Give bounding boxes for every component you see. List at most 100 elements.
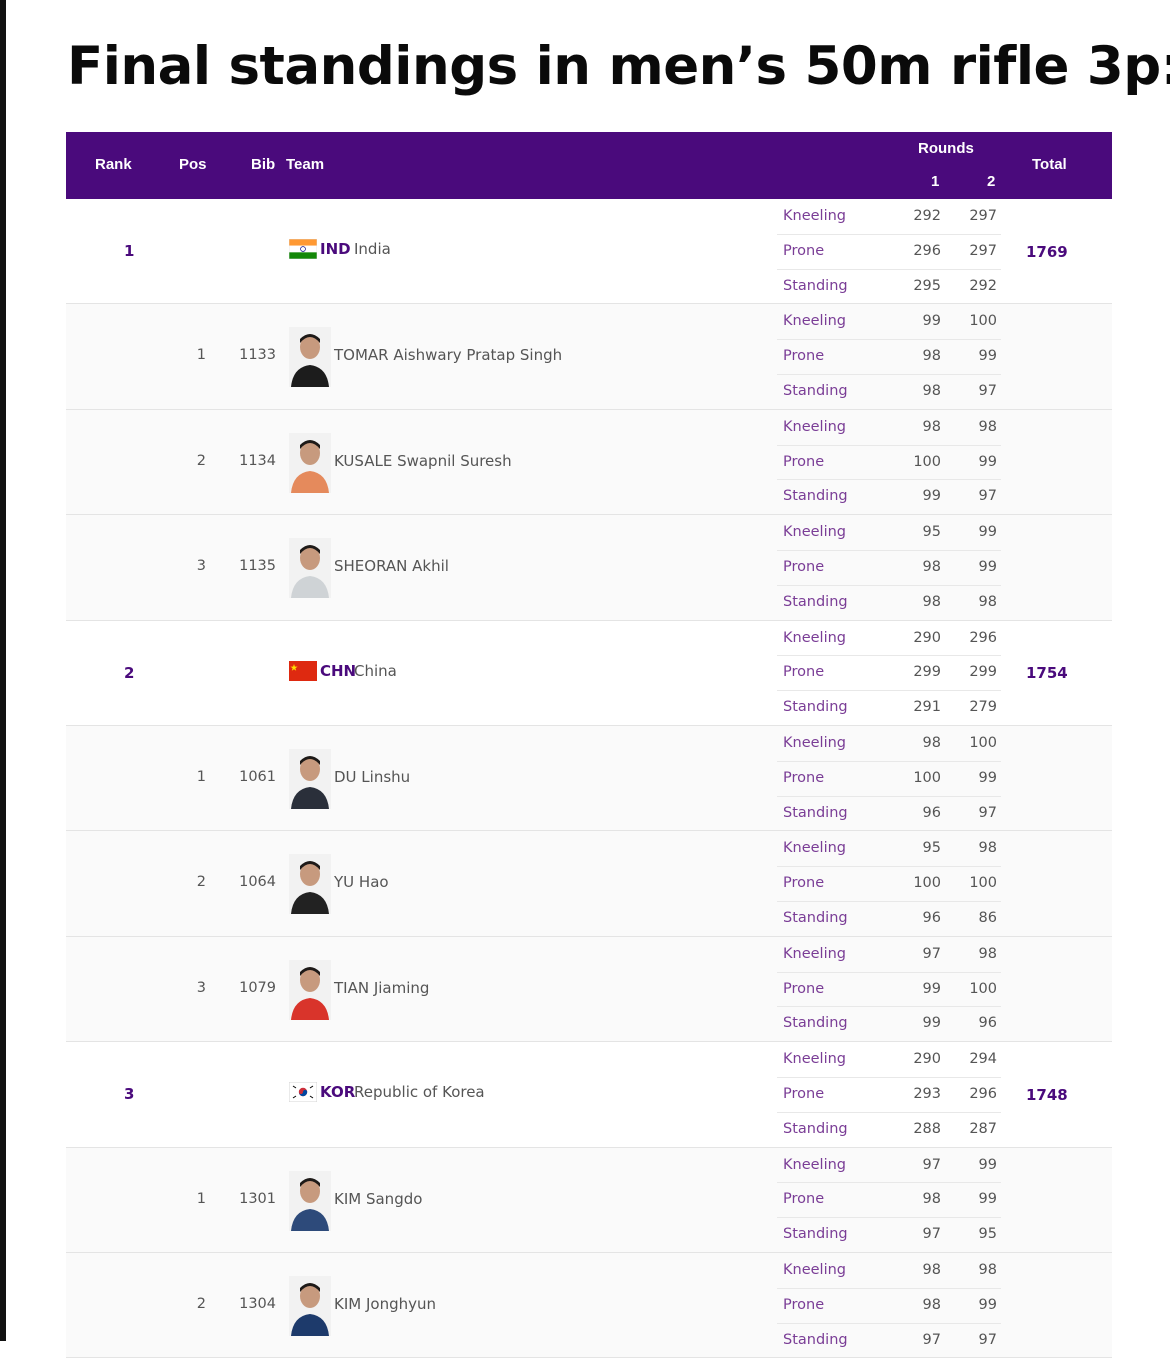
round-1-score: 98 bbox=[922, 734, 941, 751]
round-1-score: 98 bbox=[922, 593, 941, 610]
round-2-score: 99 bbox=[978, 1296, 997, 1313]
shooting-position: Standing bbox=[783, 277, 848, 294]
round-1-score: 96 bbox=[922, 909, 941, 926]
round-1-score: 296 bbox=[913, 242, 941, 259]
athlete-row: 2 1064 YU Hao Kneeling 95 98 Prone 100 100 Standi… bbox=[66, 831, 1112, 937]
header-round-2: 2 bbox=[987, 173, 996, 190]
team-row: 1 IND India Kneeling 292 297 Prone 296 297 1769 St… bbox=[66, 199, 1112, 305]
round-1-score: 97 bbox=[922, 1226, 941, 1243]
score-line: Kneeling 97 99 bbox=[66, 1148, 1112, 1183]
shooting-position: Prone bbox=[783, 769, 825, 786]
header-rank: Rank bbox=[95, 156, 132, 173]
shooting-position: Standing bbox=[783, 1120, 848, 1137]
score-line: Kneeling 99 100 bbox=[66, 304, 1112, 339]
athlete-row: 1 1133 TOMAR Aishwary Pratap Singh Kneeling… bbox=[66, 304, 1112, 410]
header-total: Total bbox=[1032, 156, 1067, 173]
score-line: Prone 99 100 bbox=[66, 971, 1112, 1007]
shooting-position: Kneeling bbox=[783, 945, 846, 962]
shooting-position: Prone bbox=[783, 348, 825, 365]
round-2-score: 98 bbox=[978, 1261, 997, 1278]
athlete-row: 1 1061 DU Linshu Kneeling 98 100 Prone 100 99 Sta… bbox=[66, 725, 1112, 832]
shooting-position: Standing bbox=[783, 1331, 848, 1348]
round-2-score: 98 bbox=[978, 418, 997, 435]
score-line: Prone 98 99 bbox=[66, 549, 1112, 585]
round-2-score: 98 bbox=[978, 593, 997, 610]
round-1-score: 100 bbox=[913, 453, 941, 470]
shooting-position: Kneeling bbox=[783, 524, 846, 541]
round-2-score: 97 bbox=[978, 488, 997, 505]
shooting-position: Standing bbox=[783, 909, 848, 926]
team-total: 1754 bbox=[1026, 664, 1068, 683]
score-line: Kneeling 98 98 bbox=[66, 410, 1112, 445]
round-2-score: 98 bbox=[978, 840, 997, 857]
score-line: Kneeling 95 98 bbox=[66, 831, 1112, 866]
round-1-score: 293 bbox=[913, 1085, 941, 1102]
shooting-position: Standing bbox=[783, 804, 848, 821]
header-bib: Bib bbox=[251, 156, 276, 173]
team-row: 2 CHN China Kneeling 290 296 Prone 299 299 1754 St… bbox=[66, 620, 1112, 726]
round-1-score: 291 bbox=[913, 699, 941, 716]
round-1-score: 98 bbox=[922, 418, 941, 435]
shooting-position: Kneeling bbox=[783, 840, 846, 857]
round-2-score: 99 bbox=[978, 769, 997, 786]
score-line: Prone 100 100 bbox=[66, 866, 1112, 901]
round-2-score: 95 bbox=[978, 1226, 997, 1243]
round-1-score: 99 bbox=[922, 488, 941, 505]
round-1-score: 98 bbox=[922, 1191, 941, 1208]
round-1-score: 95 bbox=[922, 524, 941, 541]
athlete-row: 1 1301 KIM Sangdo Kneeling 97 99 Prone 98 99 Stan… bbox=[66, 1147, 1112, 1253]
table-header: Rank Pos Bib Team Rounds 1 2 Total bbox=[66, 132, 1112, 199]
round-2-score: 97 bbox=[978, 1331, 997, 1348]
round-1-score: 96 bbox=[922, 804, 941, 821]
standings-table: Rank Pos Bib Team Rounds 1 2 Total 1 IND I… bbox=[66, 132, 1112, 1358]
round-1-score: 99 bbox=[922, 1015, 941, 1032]
score-line: Standing 97 97 bbox=[66, 1322, 1112, 1358]
score-line: Standing 99 97 bbox=[66, 479, 1112, 514]
round-2-score: 100 bbox=[969, 875, 997, 892]
round-1-score: 100 bbox=[913, 875, 941, 892]
score-line: Prone 293 296 1748 bbox=[66, 1076, 1112, 1112]
round-2-score: 98 bbox=[978, 945, 997, 962]
athlete-row: 2 1134 KUSALE Swapnil Suresh Kneeling 98 98 Pr… bbox=[66, 409, 1112, 516]
shooting-position: Prone bbox=[783, 558, 825, 575]
round-2-score: 99 bbox=[978, 558, 997, 575]
round-2-score: 86 bbox=[978, 909, 997, 926]
shooting-position: Prone bbox=[783, 1296, 825, 1313]
score-line: Standing 288 287 bbox=[66, 1111, 1112, 1147]
round-2-score: 296 bbox=[969, 1085, 997, 1102]
round-1-score: 97 bbox=[922, 945, 941, 962]
round-1-score: 98 bbox=[922, 1261, 941, 1278]
round-1-score: 98 bbox=[922, 382, 941, 399]
score-line: Standing 98 98 bbox=[66, 584, 1112, 620]
score-line: Standing 96 86 bbox=[66, 900, 1112, 936]
page-title: Final standings in men’s 50m rifle 3p: bbox=[67, 36, 1170, 97]
shooting-position: Standing bbox=[783, 1226, 848, 1243]
round-1-score: 99 bbox=[922, 313, 941, 330]
shooting-position: Kneeling bbox=[783, 734, 846, 751]
round-2-score: 99 bbox=[978, 453, 997, 470]
shooting-position: Standing bbox=[783, 593, 848, 610]
score-line: Standing 291 279 bbox=[66, 690, 1112, 725]
shooting-position: Standing bbox=[783, 1015, 848, 1032]
header-team: Team bbox=[286, 156, 325, 173]
shooting-position: Kneeling bbox=[783, 208, 846, 224]
shooting-position: Prone bbox=[783, 1085, 825, 1102]
shooting-position: Standing bbox=[783, 699, 848, 716]
shooting-position: Prone bbox=[783, 453, 825, 470]
round-1-score: 98 bbox=[922, 1296, 941, 1313]
score-line: Prone 98 99 bbox=[66, 1287, 1112, 1323]
round-2-score: 296 bbox=[969, 629, 997, 646]
table-body: 1 IND India Kneeling 292 297 Prone 296 297 1769 St… bbox=[66, 199, 1112, 1358]
shooting-position: Prone bbox=[783, 242, 825, 259]
round-2-score: 99 bbox=[978, 524, 997, 541]
shooting-position: Standing bbox=[783, 488, 848, 505]
score-line: Kneeling 290 296 bbox=[66, 621, 1112, 656]
round-1-score: 299 bbox=[913, 664, 941, 681]
athlete-row: 2 1304 KIM Jonghyun Kneeling 98 98 Prone 98 99 St… bbox=[66, 1252, 1112, 1358]
score-line: Prone 299 299 1754 bbox=[66, 655, 1112, 690]
round-2-score: 279 bbox=[969, 699, 997, 716]
round-2-score: 99 bbox=[978, 1156, 997, 1173]
round-1-score: 98 bbox=[922, 558, 941, 575]
team-total: 1769 bbox=[1026, 242, 1068, 261]
round-2-score: 100 bbox=[969, 980, 997, 997]
